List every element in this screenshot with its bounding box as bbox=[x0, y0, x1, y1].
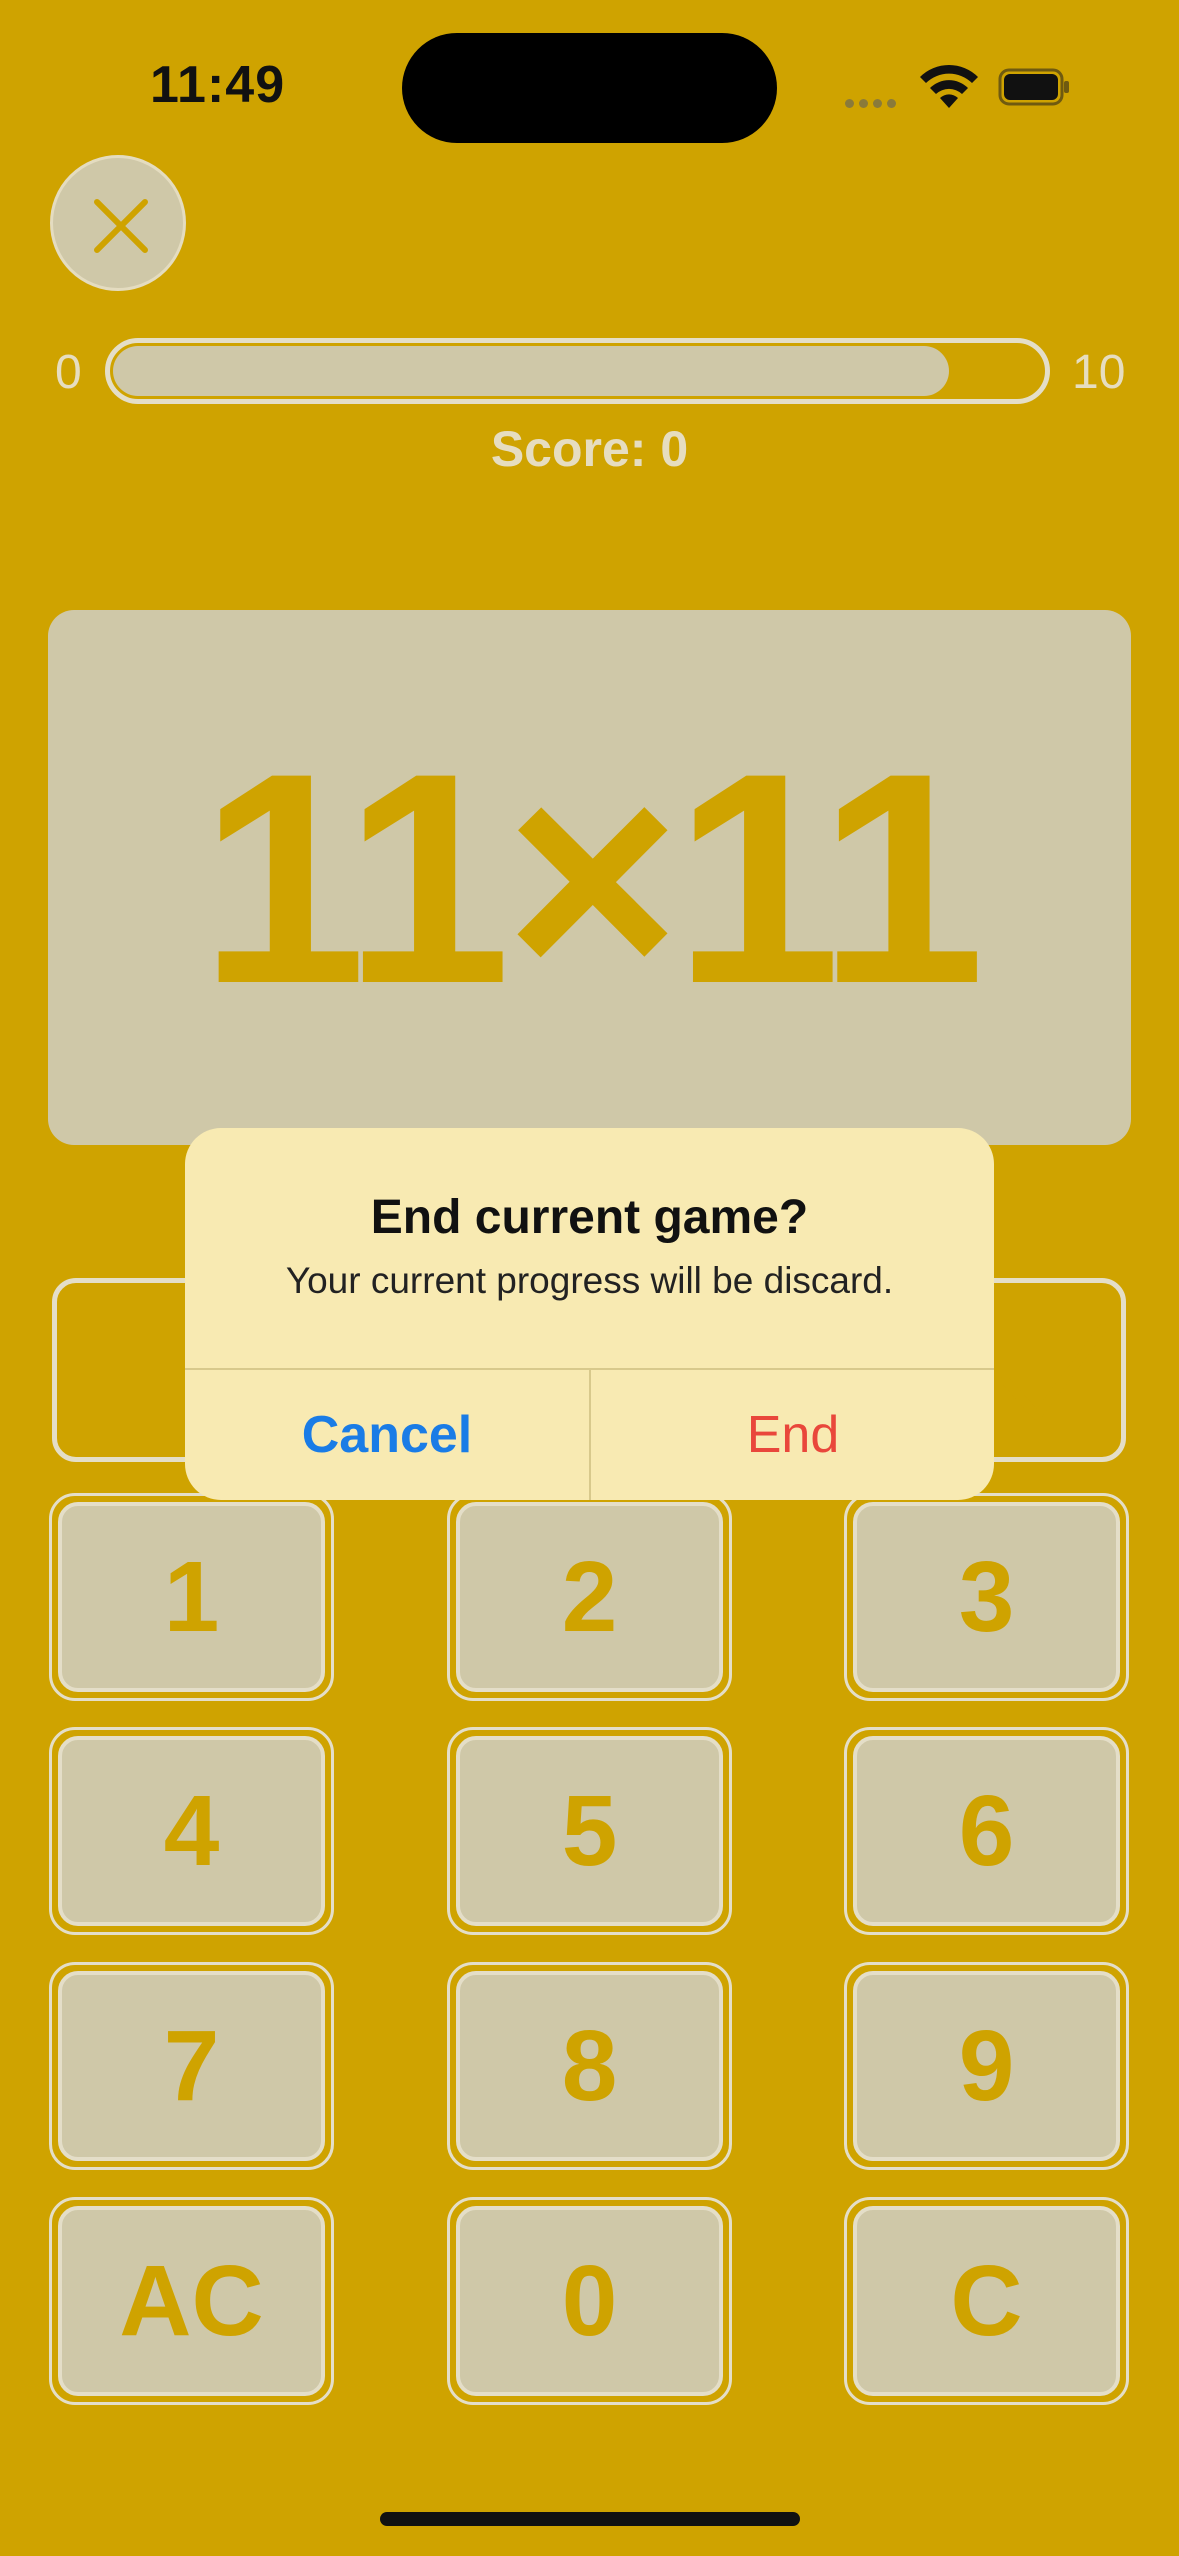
status-time: 11:49 bbox=[150, 56, 286, 114]
key-9[interactable]: 9 bbox=[844, 1962, 1129, 2170]
progress-fill bbox=[113, 346, 949, 396]
key-label: 2 bbox=[456, 1502, 723, 1692]
key-7[interactable]: 7 bbox=[49, 1962, 334, 2170]
key-5[interactable]: 5 bbox=[447, 1727, 732, 1935]
key-label: 3 bbox=[853, 1502, 1120, 1692]
key-label: 8 bbox=[456, 1971, 723, 2161]
home-indicator[interactable] bbox=[380, 2512, 800, 2526]
close-button[interactable] bbox=[50, 155, 186, 291]
key-clear[interactable]: C bbox=[844, 2197, 1129, 2405]
key-label: 9 bbox=[853, 1971, 1120, 2161]
key-label: 0 bbox=[456, 2206, 723, 2396]
submit-button[interactable] bbox=[985, 1298, 1115, 1448]
progress-max-label: 10 bbox=[1072, 346, 1126, 399]
key-1[interactable]: 1 bbox=[49, 1493, 334, 1701]
key-0[interactable]: 0 bbox=[447, 2197, 732, 2405]
dynamic-island bbox=[402, 33, 777, 143]
key-label: 5 bbox=[456, 1736, 723, 1926]
battery-icon bbox=[998, 68, 1070, 106]
key-label: 1 bbox=[58, 1502, 325, 1692]
alert-title: End current game? bbox=[370, 1191, 809, 1244]
key-label: 6 bbox=[853, 1736, 1120, 1926]
wifi-icon bbox=[918, 60, 980, 110]
progress-bar bbox=[105, 338, 1050, 404]
cancel-button[interactable]: Cancel bbox=[185, 1370, 589, 1500]
key-label: AC bbox=[58, 2206, 325, 2396]
question-text: 11×11 bbox=[199, 709, 985, 1046]
signal-icon bbox=[845, 95, 905, 108]
key-all-clear[interactable]: AC bbox=[49, 2197, 334, 2405]
question-card: 11×11 bbox=[48, 610, 1131, 1145]
key-3[interactable]: 3 bbox=[844, 1493, 1129, 1701]
key-4[interactable]: 4 bbox=[49, 1727, 334, 1935]
key-label: C bbox=[853, 2206, 1120, 2396]
key-label: 4 bbox=[58, 1736, 325, 1926]
alert-message: Your current progress will be discard. bbox=[285, 1260, 894, 1301]
progress-min-label: 0 bbox=[55, 346, 82, 399]
key-8[interactable]: 8 bbox=[447, 1962, 732, 2170]
end-game-alert: End current game? Your current progress … bbox=[185, 1128, 994, 1500]
key-label: 7 bbox=[58, 1971, 325, 2161]
key-6[interactable]: 6 bbox=[844, 1727, 1129, 1935]
key-2[interactable]: 2 bbox=[447, 1493, 732, 1701]
end-button[interactable]: End bbox=[591, 1370, 994, 1500]
checkmark-icon bbox=[1000, 1323, 1108, 1421]
close-icon bbox=[94, 199, 148, 253]
score-label: Score: 0 bbox=[490, 421, 689, 477]
